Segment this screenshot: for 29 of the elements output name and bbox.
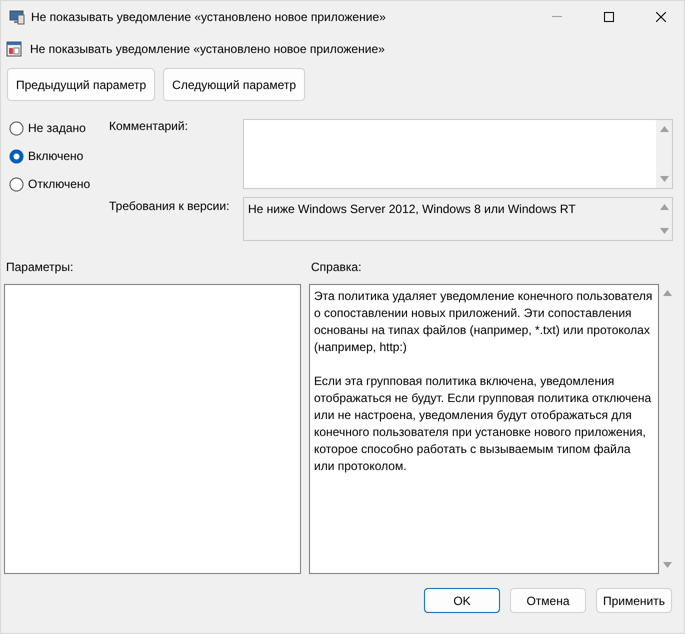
radio-label[interactable]: Включено	[28, 149, 84, 163]
radio-button[interactable]	[9, 148, 24, 164]
scroll-up-icon[interactable]	[660, 204, 668, 210]
scroll-up-icon[interactable]	[662, 290, 672, 296]
scroll-down-icon[interactable]	[660, 176, 668, 182]
comment-label: Комментарий:	[109, 119, 189, 135]
scroll-up-icon[interactable]	[660, 126, 668, 132]
dialog-button[interactable]: Отмена	[510, 588, 586, 613]
radio-label[interactable]: Не задано	[28, 121, 86, 135]
policy-title: Не показывать уведомление «установлено новое приложение»	[30, 42, 385, 56]
comment-field[interactable]	[243, 119, 673, 189]
scroll-down-icon[interactable]	[662, 562, 672, 568]
radio-button[interactable]	[9, 176, 24, 192]
nav-button[interactable]: Следующий параметр	[163, 68, 306, 101]
requirements-text: Не ниже Windows Server 2012, Windows 8 или Windows RT	[248, 202, 576, 216]
policy-icon	[6, 41, 22, 57]
close-icon[interactable]	[656, 12, 666, 22]
maximize-icon[interactable]	[604, 12, 614, 22]
nav-button[interactable]: Предыдущий параметр	[7, 68, 156, 101]
dialog-button[interactable]: OK	[424, 588, 500, 613]
scroll-down-icon[interactable]	[660, 228, 668, 234]
help-paragraph: Если эта групповая политика включена, уведомления отображаться не будут. Если групповая политика отключена или не настроена, уведомления будут отображаться для конечного пользователя при установке нового приложения, которое способно работать с вызываемым типом файла или протоколом.	[314, 373, 652, 475]
radio-button[interactable]	[9, 120, 24, 136]
dialog-button[interactable]: Применить	[596, 588, 672, 613]
radio-label[interactable]: Отключено	[28, 177, 90, 191]
computer-icon	[9, 8, 25, 24]
requirements-label: Требования к версии:	[109, 199, 230, 213]
help-paragraph: Эта политика удаляет уведомление конечного пользователя о сопоставлении новых приложений. Эти сопоставления основаны на типах файлов (например, *.txt) или протоколах (например, http:)	[314, 288, 654, 356]
window-title: Не показывать уведомление «установлено новое приложение»	[31, 10, 387, 24]
